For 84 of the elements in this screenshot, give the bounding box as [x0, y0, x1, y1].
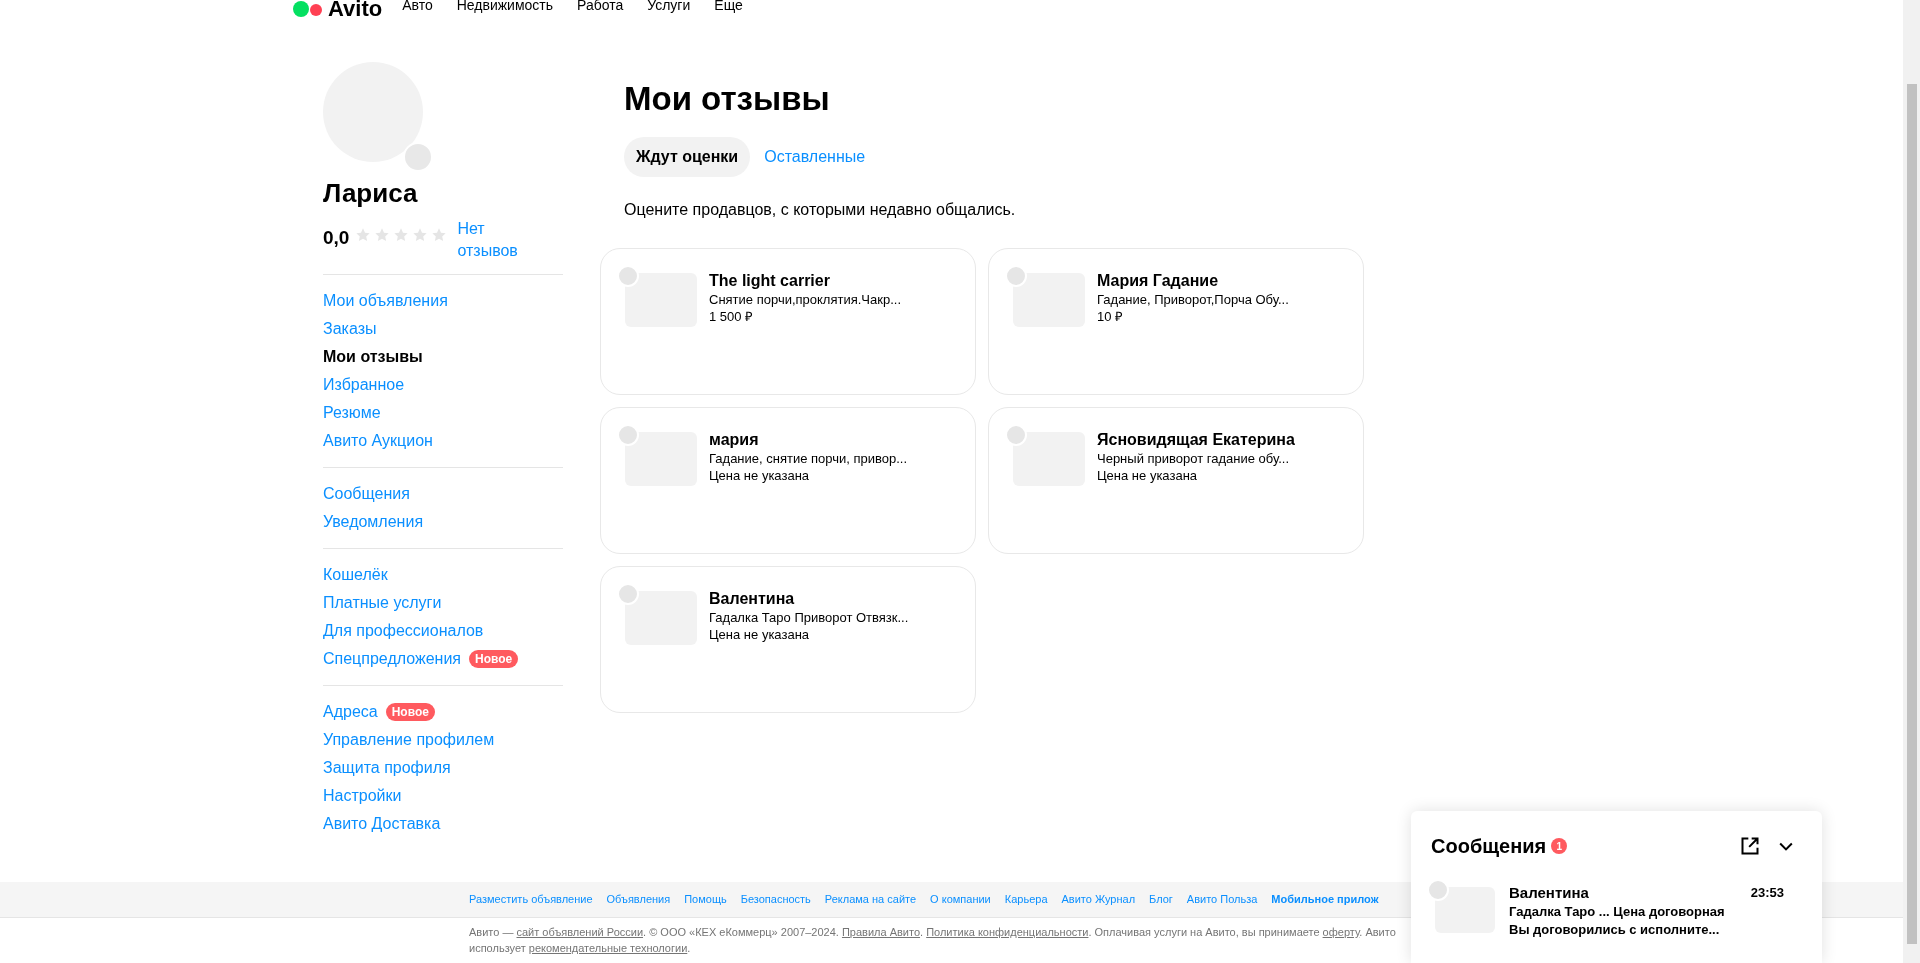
sidebar-link[interactable]: Для профессионалов — [323, 619, 484, 643]
popup-title: Сообщения — [1431, 834, 1547, 859]
sidebar-link[interactable]: Заказы — [323, 317, 377, 341]
scrollbar[interactable] — [1903, 0, 1920, 963]
ad-price: Цена не указана — [1097, 467, 1199, 484]
sidebar-link[interactable]: Настройки — [323, 784, 402, 808]
sidebar-link[interactable]: Адреса — [323, 700, 378, 724]
seller-name: The light carrier — [709, 271, 831, 291]
ad-title: Гадалка Таро Приворот Отвязк... — [709, 609, 909, 626]
logo[interactable]: Avito — [328, 0, 383, 20]
seller-name: мария — [709, 430, 760, 450]
footer-link[interactable]: Безопасность — [740, 891, 811, 908]
ad-image — [1435, 887, 1495, 933]
tab[interactable]: Оставленные — [752, 137, 878, 177]
sidebar-link[interactable]: Платные услуги — [323, 591, 442, 615]
new-badge: Новое — [385, 703, 435, 721]
sidebar-link[interactable]: Резюме — [323, 401, 381, 425]
tab[interactable]: Ждут оценки — [624, 137, 751, 177]
seller-name: Ясновидящая Екатерина — [1097, 430, 1295, 450]
sidebar-link[interactable]: Авито Аукцион — [323, 429, 433, 453]
reviews-link[interactable]: Нет отзывов — [457, 218, 528, 262]
footer-link[interactable]: Реклама на сайте — [824, 891, 917, 908]
footer-link[interactable]: Разместить объявление — [469, 891, 593, 908]
ad-price: Цена не указана — [709, 467, 811, 484]
hint-text: Оцените продавцов, с которыми недавно общались. — [623, 200, 1017, 220]
ad-image — [625, 273, 697, 327]
footer-link[interactable]: Помощь — [684, 891, 727, 908]
review-card[interactable]: The light carrier Снятие порчи,проклятия.Чакр... 1 500 ₽ — [600, 248, 976, 395]
star-icon — [431, 227, 448, 243]
ad-title: Черный приворот гадание обу... — [1097, 450, 1290, 467]
nav-link[interactable]: Услуги — [647, 0, 691, 13]
ad-image — [1013, 432, 1085, 486]
review-card[interactable]: мария Гадание, снятие порчи, привор... Цена не указана — [600, 407, 976, 554]
ad-title: Гадание, Приворот,Порча Обу... — [1097, 291, 1289, 308]
profile-name: Лариса — [323, 178, 419, 208]
sidebar-link[interactable]: Управление профилем — [323, 728, 495, 752]
star-icon — [412, 227, 429, 243]
chat-name: Валентина — [1509, 883, 1590, 903]
sidebar-link[interactable]: Кошелёк — [323, 563, 388, 587]
unread-count: 1 — [1551, 838, 1568, 854]
footer-link[interactable]: Карьера — [1004, 891, 1048, 908]
ad-image — [625, 432, 697, 486]
page-title: Мои отзывы — [623, 79, 831, 119]
rating-value: 0,0 — [323, 226, 350, 250]
chat-time: 23:53 — [1750, 884, 1784, 902]
ad-price: 1 500 ₽ — [709, 308, 755, 325]
footer-link[interactable]: О компании — [930, 891, 991, 908]
nav-link[interactable]: Еще — [714, 0, 743, 13]
new-badge: Новое — [469, 650, 519, 668]
footer-link[interactable]: Авито Журнал — [1061, 891, 1136, 908]
ad-price: 10 ₽ — [1097, 308, 1125, 325]
ad-title: Снятие порчи,проклятия.Чакр... — [709, 291, 901, 308]
nav-link[interactable]: Недвижимость — [456, 0, 554, 13]
footer-link[interactable]: Мобильное прилож — [1271, 891, 1379, 908]
footer-link[interactable]: Блог — [1149, 891, 1173, 908]
footer-link[interactable]: Объявления — [606, 891, 671, 908]
open-external-icon[interactable] — [1740, 836, 1760, 856]
nav-link[interactable]: Авто — [402, 0, 433, 13]
sidebar-link[interactable]: Избранное — [323, 373, 405, 397]
footer-link[interactable]: Авито Польза — [1186, 891, 1258, 908]
chat-ad: Гадалка Таро ... Цена договорная — [1509, 903, 1726, 921]
seller-name: Мария Гадание — [1097, 271, 1220, 291]
sidebar-link[interactable]: Авито Доставка — [323, 812, 441, 836]
sidebar-link[interactable]: Мои объявления — [323, 289, 448, 313]
ad-title: Гадание, снятие порчи, привор... — [709, 450, 908, 467]
seller-name: Валентина — [709, 589, 796, 609]
star-icon — [374, 227, 391, 243]
review-card[interactable]: Ясновидящая Екатерина Черный приворот гадание обу... Цена не указана — [988, 407, 1364, 554]
scrollbar-thumb[interactable] — [1906, 84, 1917, 944]
chat-last-message: Вы договорились с исполните... — [1509, 921, 1721, 939]
sidebar-link[interactable]: Сообщения — [323, 482, 410, 506]
chat-item[interactable]: Валентина 23:53 Гадалка Таро ... Цена договорная Вы договорились с исполните... — [1431, 883, 1802, 939]
star-icon — [355, 227, 372, 243]
sidebar-link[interactable]: Защита профиля — [323, 756, 451, 780]
ad-price: Цена не указана — [709, 626, 811, 643]
star-icon — [393, 227, 410, 243]
ad-image — [1013, 273, 1085, 327]
sidebar-link[interactable]: Уведомления — [323, 510, 424, 534]
review-card[interactable]: Мария Гадание Гадание, Приворот,Порча Обу... 10 ₽ — [988, 248, 1364, 395]
ad-image — [625, 591, 697, 645]
sidebar-link[interactable]: Спецпредложения — [323, 647, 461, 671]
review-card[interactable]: Валентина Гадалка Таро Приворот Отвязк... Цена не указана — [600, 566, 976, 713]
nav-link[interactable]: Работа — [577, 0, 624, 13]
sidebar-link[interactable]: Мои отзывы — [323, 345, 423, 369]
